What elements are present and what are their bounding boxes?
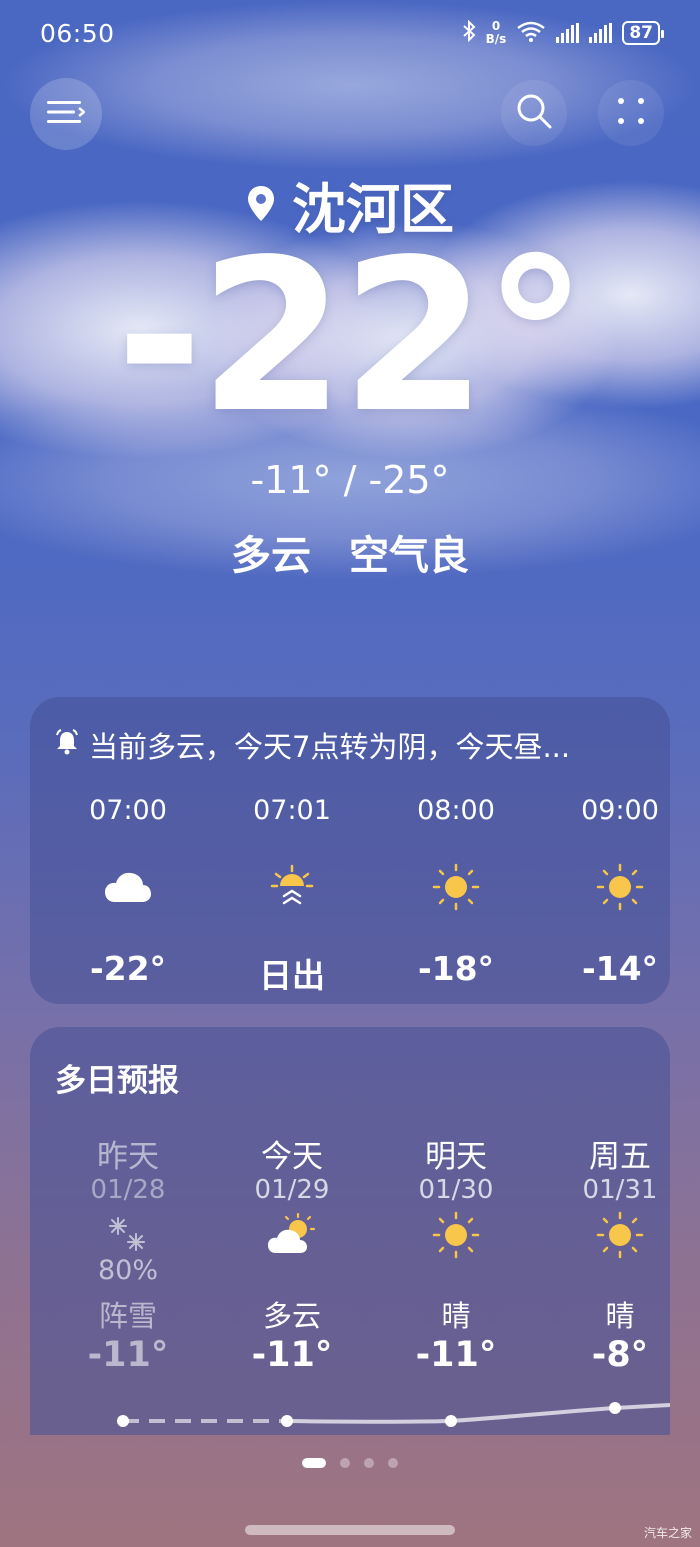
home-indicator[interactable]: [245, 1525, 455, 1535]
day-condition: 晴: [441, 1299, 471, 1333]
trend-point: [609, 1402, 621, 1414]
hour-time: 07:00: [89, 795, 167, 826]
more-options-button[interactable]: [598, 80, 664, 146]
hour-time: 07:01: [253, 795, 331, 826]
trend-point: [281, 1415, 293, 1427]
day-condition: 阵雪: [98, 1299, 157, 1333]
bell-icon: [55, 728, 79, 762]
sun-icon: [555, 1210, 670, 1260]
sun-icon: [555, 862, 670, 912]
city-menu-button[interactable]: [30, 78, 102, 150]
air-quality[interactable]: 空气良: [349, 533, 469, 579]
sunrise-icon: [227, 862, 357, 912]
signal-icon-2: [589, 23, 613, 43]
day-high-temp: -11°: [87, 1335, 169, 1375]
day-name: 明天: [425, 1139, 487, 1175]
hour-time: 08:00: [417, 795, 495, 826]
wifi-icon: [516, 20, 546, 46]
alert-text: 当前多云，今天7点转为阴，今天昼...: [89, 730, 571, 764]
hourly-forecast-card[interactable]: 当前多云，今天7点转为阴，今天昼... 07:00 -22° 07:01 日出 …: [30, 697, 670, 1004]
day-high-temp: -11°: [251, 1335, 333, 1375]
condition-line: 多云 空气良: [0, 523, 700, 581]
sun-icon: [391, 1210, 521, 1260]
status-bar: 06:50 0 B/s 87: [0, 0, 700, 66]
page-dot[interactable]: [364, 1458, 374, 1468]
day-name: 昨天: [97, 1139, 159, 1175]
status-time: 06:50: [40, 18, 115, 48]
search-icon: [514, 91, 554, 135]
watermark: 汽车之家: [643, 1526, 692, 1540]
partly-cloudy-icon: [227, 1210, 357, 1260]
snow-icon: [63, 1210, 193, 1260]
sun-icon: [391, 862, 521, 912]
page-indicator[interactable]: [0, 1458, 700, 1468]
day-date: 01/30: [418, 1175, 494, 1205]
more-dots-icon: [615, 95, 647, 131]
day-condition: 晴: [605, 1299, 635, 1333]
day-date: 01/28: [90, 1175, 166, 1205]
bluetooth-icon: [462, 19, 476, 46]
page-dot[interactable]: [340, 1458, 350, 1468]
current-temperature: -22°: [115, 214, 588, 459]
menu-icon: [47, 99, 87, 129]
daily-forecast-card[interactable]: 多日预报 昨天 01/28 80% 阵雪 -11° 今天 01/29 多云 -1…: [30, 1027, 670, 1435]
day-date: 01/31: [582, 1175, 658, 1205]
day-condition: 多云: [262, 1299, 321, 1333]
day-high-temp: -11°: [415, 1335, 497, 1375]
weather-alert[interactable]: 当前多云，今天7点转为阴，今天昼...: [55, 724, 655, 766]
page-dot-active[interactable]: [302, 1458, 326, 1468]
weather-condition: 多云: [231, 533, 312, 579]
battery-indicator: 87: [622, 21, 664, 45]
search-button[interactable]: [501, 80, 567, 146]
cloud-icon: [63, 862, 193, 912]
precipitation-chance: 80%: [97, 1255, 158, 1286]
signal-icon-1: [556, 23, 580, 43]
daily-forecast-title: 多日预报: [55, 1063, 179, 1099]
high-low-temperature: -11° / -25°: [250, 458, 450, 502]
hour-event: 日出: [259, 956, 325, 995]
page-dot[interactable]: [388, 1458, 398, 1468]
day-name: 今天: [261, 1139, 323, 1175]
day-date: 01/29: [254, 1175, 330, 1205]
temperature-trend-line: [117, 1402, 670, 1427]
net-speed-unit: B/s: [485, 32, 507, 46]
hour-temperature: -18°: [417, 949, 495, 988]
hour-time: 09:00: [581, 795, 659, 826]
hour-temperature: -14°: [581, 949, 659, 988]
trend-point: [117, 1415, 129, 1427]
net-speed: 0 B/s: [486, 20, 507, 46]
day-name: 周五: [589, 1139, 651, 1175]
status-icons: 0 B/s 87: [462, 19, 664, 46]
trend-point: [445, 1415, 457, 1427]
day-high-temp: -8°: [591, 1335, 649, 1375]
hour-temperature: -22°: [89, 949, 167, 988]
